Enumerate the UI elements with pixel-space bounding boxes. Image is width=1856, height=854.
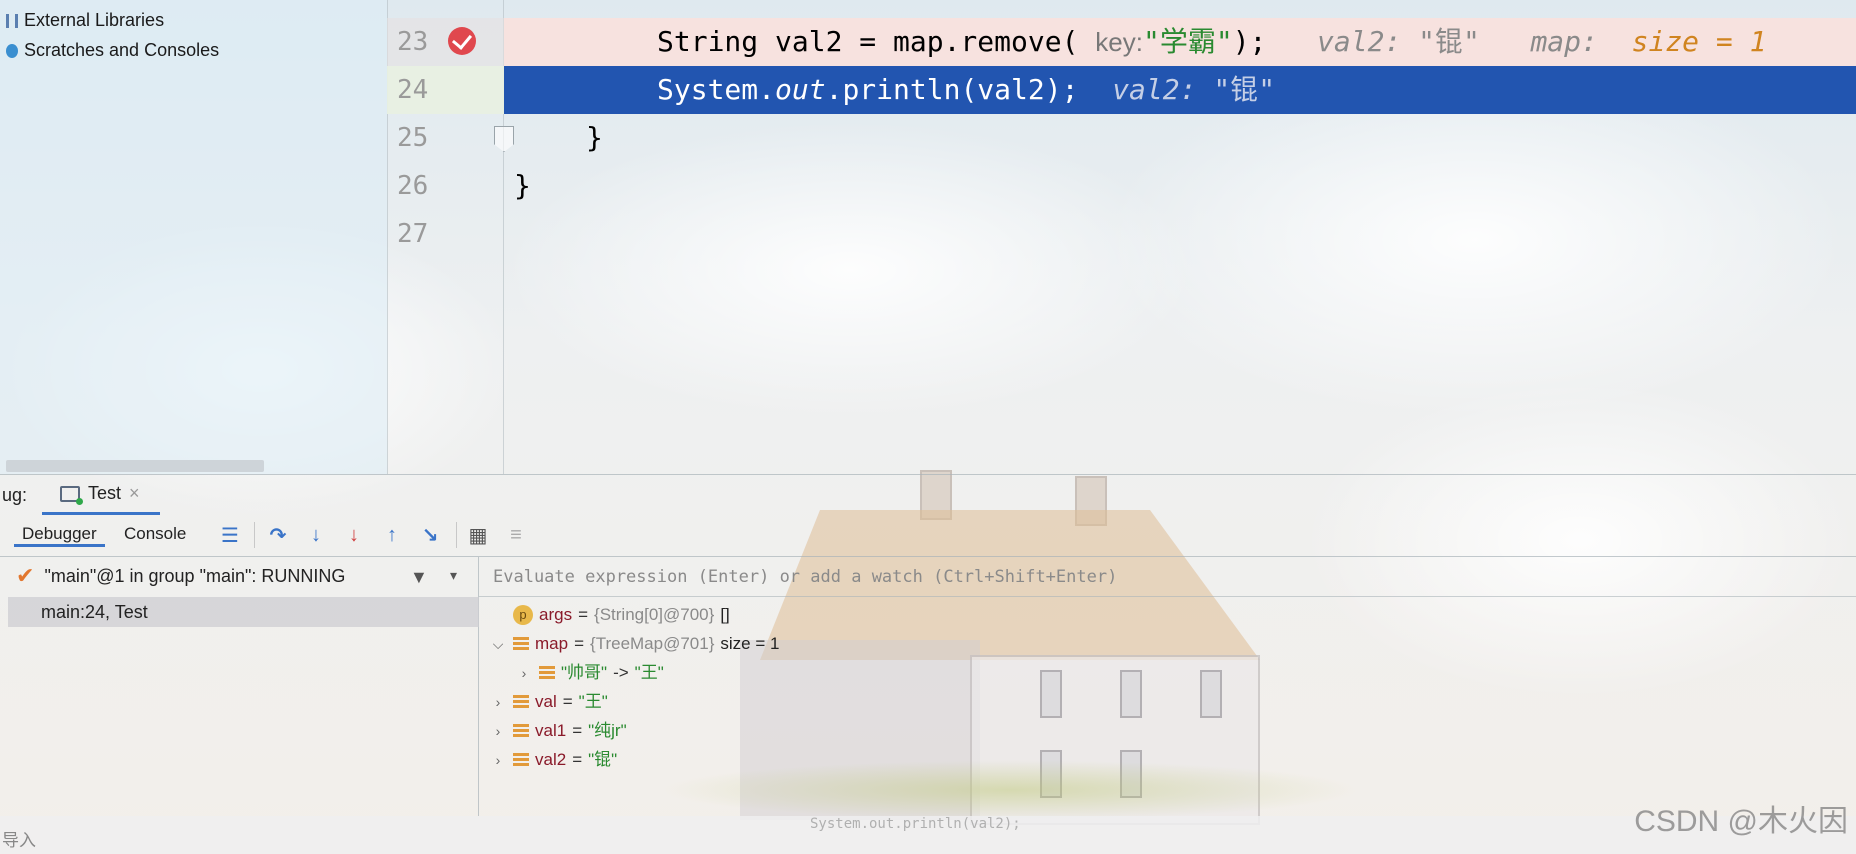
code-line-26[interactable]: } <box>504 162 1856 210</box>
chevron-right-icon[interactable]: › <box>489 688 507 716</box>
force-step-into-icon[interactable]: ↓ <box>342 523 366 547</box>
line-number: 24 <box>387 66 504 114</box>
code-line-24-current[interactable]: System.out.println(val2); val2: "锟" <box>504 66 1856 114</box>
variable-row[interactable]: p args = {String[0]@700} [] <box>489 601 730 629</box>
tab-console[interactable]: Console <box>124 524 186 544</box>
scratch-icon <box>6 43 18 58</box>
parameter-icon: p <box>513 605 533 625</box>
line-number: 23 <box>387 18 504 66</box>
step-out-icon[interactable]: ↑ <box>380 523 404 547</box>
layout-menu-icon[interactable]: ☰ <box>218 523 242 547</box>
field-icon <box>513 695 529 709</box>
code-text: System. <box>657 73 776 106</box>
tree-item-external-libraries[interactable]: External Libraries <box>6 10 164 31</box>
code-line-23[interactable]: String val2 = map.remove( key:"学霸"); val… <box>504 18 1856 66</box>
close-icon[interactable]: × <box>129 483 140 504</box>
thread-label: "main"@1 in group "main": RUNNING <box>44 565 346 586</box>
code-text: } <box>514 169 531 202</box>
variable-row[interactable]: › val1 = "纯jr" <box>489 717 627 745</box>
step-into-icon[interactable]: ↓ <box>304 523 328 547</box>
tree-item-scratches[interactable]: Scratches and Consoles <box>6 40 219 61</box>
variables-panel: Evaluate expression (Enter) or add a wat… <box>479 556 1856 816</box>
check-icon: ✔ <box>16 563 35 588</box>
line-number: 26 <box>397 171 429 201</box>
line-number: 25 <box>397 123 429 153</box>
horizontal-scrollbar[interactable] <box>6 460 264 472</box>
line-number: 27 <box>397 219 429 249</box>
code-text: out <box>775 73 826 106</box>
code-text: } <box>586 121 603 154</box>
chevron-right-icon[interactable]: › <box>489 746 507 774</box>
debug-session-tab[interactable]: Test × <box>42 475 160 515</box>
frames-panel: ✔ "main"@1 in group "main": RUNNING ▼ ▾ … <box>0 556 479 816</box>
inline-value: size = 1 <box>1631 25 1767 58</box>
variable-row[interactable]: ⌵ map = {TreeMap@701} size = 1 <box>489 630 780 658</box>
inline-value: "锟" <box>1418 25 1480 58</box>
debug-tool-window-header: ug: Test × <box>0 474 1856 515</box>
library-icon <box>6 13 18 28</box>
tab-debugger[interactable]: Debugger <box>14 524 105 547</box>
inline-value-name: val2: <box>1112 73 1197 106</box>
debug-toolbar: Debugger Console ☰ ↷ ↓ ↓ ↑ ↘ ▦ ≡ <box>0 514 1856 556</box>
chevron-down-icon[interactable]: ⌵ <box>489 630 507 658</box>
run-to-cursor-icon[interactable]: ↘ <box>418 523 442 547</box>
code-text: String val2 = map.remove( <box>657 25 1079 58</box>
evaluate-expression-icon[interactable]: ▦ <box>466 523 490 547</box>
thread-selector[interactable]: ✔ "main"@1 in group "main": RUNNING <box>0 557 478 595</box>
string-literal: "学霸" <box>1142 25 1233 58</box>
stack-frame[interactable]: main:24, Test <box>8 597 479 627</box>
code-editor[interactable]: String val2 = map.remove( key:"学霸"); val… <box>504 0 1856 474</box>
chevron-down-icon[interactable]: ▾ <box>450 567 457 584</box>
tree-item-label: External Libraries <box>24 10 165 30</box>
code-line-25[interactable]: } <box>504 114 1856 162</box>
code-text: ); <box>1232 25 1267 58</box>
field-icon <box>539 666 555 680</box>
tree-item-label: Scratches and Consoles <box>24 40 220 60</box>
inline-value-name: map: <box>1530 25 1598 58</box>
project-panel: External Libraries Scratches and Console… <box>0 0 387 474</box>
inline-value: "锟" <box>1213 73 1276 106</box>
field-icon <box>513 753 529 767</box>
status-bar: 导入 System.out.println(val2); <box>0 816 1856 854</box>
variable-row[interactable]: › val = "王" <box>489 688 608 716</box>
status-text: System.out.println(val2); <box>810 816 1021 832</box>
chevron-right-icon[interactable]: › <box>515 659 533 687</box>
inline-value-name: val2: <box>1317 25 1402 58</box>
tab-label: Test <box>88 483 122 503</box>
breakpoint-icon[interactable] <box>448 27 476 55</box>
filter-icon[interactable]: ▼ <box>410 567 428 588</box>
evaluate-expression-input[interactable]: Evaluate expression (Enter) or add a wat… <box>479 557 1856 597</box>
field-icon <box>513 637 529 651</box>
field-icon <box>513 724 529 738</box>
trace-icon[interactable]: ≡ <box>504 523 528 547</box>
step-over-icon[interactable]: ↷ <box>266 523 290 547</box>
map-entry-row[interactable]: › "帅哥" -> "王" <box>515 659 664 687</box>
run-config-icon <box>60 485 83 505</box>
status-text: 导入 <box>2 831 36 850</box>
chevron-right-icon[interactable]: › <box>489 717 507 745</box>
watermark: CSDN @木火因 <box>1634 805 1848 838</box>
code-text: .println(val2); <box>825 73 1079 106</box>
debug-label: ug: <box>2 485 28 505</box>
parameter-hint: key: <box>1095 27 1143 57</box>
variable-row[interactable]: › val2 = "锟" <box>489 746 618 774</box>
